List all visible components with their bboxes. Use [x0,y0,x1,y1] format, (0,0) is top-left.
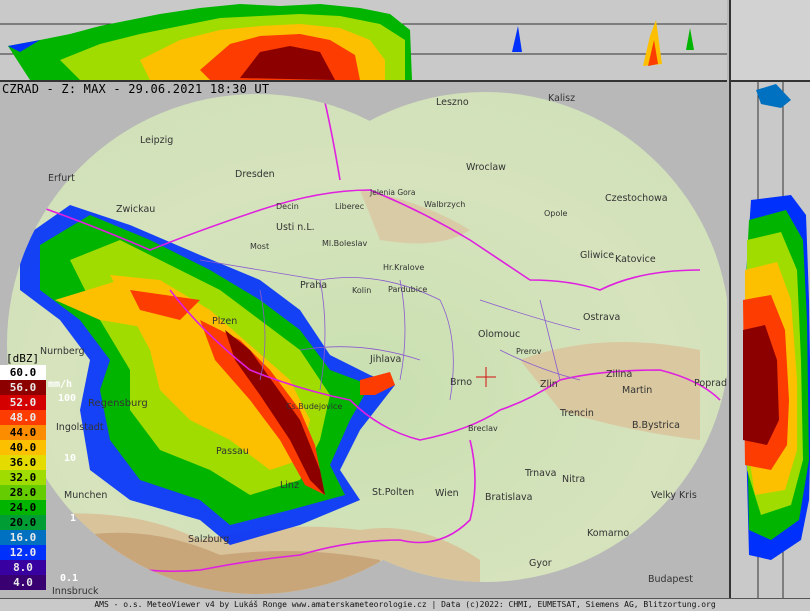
city-martin: Martin [622,385,652,396]
right-cross-section-echo [743,82,810,600]
city-trnava: Trnava [524,468,556,479]
legend-rain-unit: mm/h [48,379,73,390]
city-leszno: Leszno [436,97,469,108]
city-kalisz: Kalisz [548,93,575,104]
panel-corner [729,0,810,82]
city-most: Most [250,242,269,251]
city-brno: Brno [450,377,472,388]
city-decin: Decin [276,202,299,211]
city-salzburg: Salzburg [188,534,229,545]
city-jelenia-gora: Jelenia Gora [369,188,415,197]
city-ml-boleslav: Ml.Boleslav [322,239,367,248]
legend-level: 12.0 [0,545,46,560]
city-b-bystrica: B.Bystrica [632,420,680,431]
city-olomouc: Olomouc [478,329,520,340]
legend-level: 16.0 [0,530,46,545]
city-gliwice: Gliwice [580,250,614,261]
city-plzen: Plzen [212,316,237,327]
dbz-legend: [dBZ] 60.0 56.0 52.0 48.0 44.0 40.0 36.0 32.0 28… [0,352,48,590]
legend-rain-mark-10: 10 [64,453,77,464]
city-innsbruck: Innsbruck [52,586,99,597]
legend-level: 44.0 [0,425,46,440]
city-erfurt: Erfurt [48,173,75,184]
legend-scale: 60.0 56.0 52.0 48.0 44.0 40.0 36.0 32.0 28.0 24.0… [0,365,48,590]
city-liberec: Liberec [335,202,364,211]
city-praha: Praha [300,280,327,291]
legend-rain-mark-0-1: 0.1 [60,573,79,584]
city-trencin: Trencin [559,408,594,419]
top-cross-section-echo [0,4,727,80]
city-czestochowa: Czestochowa [605,193,668,204]
city-poprad: Poprad [694,378,727,389]
city-zwickau: Zwickau [116,204,155,215]
city-bratislava: Bratislava [485,492,532,503]
city-pardubice: Pardubice [388,285,427,294]
city-walbrzych: Walbrzych [424,200,465,209]
legend-level: 52.0 [0,395,46,410]
footer-credits: AMS - o.s. MeteoViewer v4 by Lukáš Ronge… [0,598,810,611]
legend-level: 28.0 [0,485,46,500]
city-nitra: Nitra [562,474,585,485]
legend-level: 36.0 [0,455,46,470]
right-cross-section-panel [729,0,810,600]
legend-level: 56.0 [0,380,46,395]
city-passau: Passau [216,446,249,457]
city-regensburg: Regensburg [88,398,148,409]
legend-level: 60.0 [0,365,46,380]
city-komarno: Komarno [587,528,629,539]
city-zilina: Zilina [606,369,632,380]
legend-level: 20.0 [0,515,46,530]
city-kolin: Kolin [352,286,371,295]
city-cs-budejovice: Cs.Budejovice [286,402,342,411]
city-wroclaw: Wroclaw [466,162,506,173]
city-katovice: Katovice [615,254,656,265]
city-leipzig: Leipzig [140,135,173,146]
city-munchen: Munchen [64,490,107,501]
legend-level: 32.0 [0,470,46,485]
city-linz: Linz [280,480,299,491]
city-gyor: Gyor [529,558,552,569]
city-prerov: Prerov [516,347,542,356]
radar-map[interactable]: Leszno Kalisz Leipzig Wroclaw Erfurt Dre… [0,82,727,598]
top-cross-section-panel [0,0,727,82]
city-zlin: Zlin [540,379,558,390]
city-wien: Wien [435,488,459,499]
city-ostrava: Ostrava [583,312,620,323]
legend-level: 8.0 [0,560,46,575]
legend-rain-mark-100: 100 [58,393,77,404]
radar-map-canvas: Leszno Kalisz Leipzig Wroclaw Erfurt Dre… [7,92,727,597]
city-dresden: Dresden [235,169,275,180]
legend-level: 24.0 [0,500,46,515]
city-velky-kris: Velky Kris [651,490,697,501]
city-budapest: Budapest [648,574,693,585]
legend-level: 48.0 [0,410,46,425]
city-opole: Opole [544,209,567,218]
city-ingolstadt: Ingolstadt [56,422,104,433]
legend-rain-mark-1: 1 [70,513,77,524]
legend-unit: [dBZ] [6,352,40,365]
city-st-polten: St.Polten [372,487,414,498]
legend-level: 4.0 [0,575,46,590]
city-jihlava: Jihlava [369,354,401,365]
city-usti: Usti n.L. [276,222,315,233]
city-hr-kralove: Hr.Kralove [383,263,424,272]
city-breclav: Breclav [468,424,498,433]
legend-level: 40.0 [0,440,46,455]
map-title: CZRAD - Z: MAX - 29.06.2021 18:30 UT [2,82,270,96]
